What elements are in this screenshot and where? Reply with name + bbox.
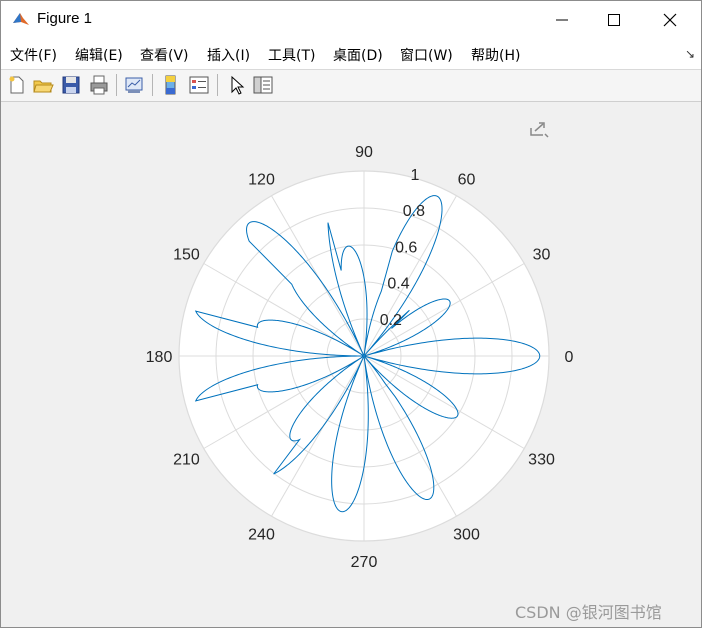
theta-tick-label: 150	[173, 247, 200, 264]
series-line	[194, 195, 541, 513]
theta-grid-line	[363, 355, 457, 517]
maximize-button[interactable]	[591, 1, 637, 39]
menu-help[interactable]: 帮助(H)	[471, 45, 520, 65]
theta-tick-label: 210	[173, 452, 200, 469]
arrow-icon[interactable]: ↘	[685, 47, 695, 61]
menu-insert[interactable]: 插入(I)	[207, 45, 250, 65]
theta-grid-line	[363, 355, 525, 449]
r-tick-label: 0.6	[395, 239, 417, 256]
theta-tick-label: 240	[248, 527, 275, 544]
theta-tick-label: 180	[146, 349, 173, 366]
theta-tick-label: 0	[565, 349, 574, 366]
colorbar-icon[interactable]	[160, 74, 182, 96]
r-grid-circle	[326, 318, 402, 394]
r-grid-circle	[252, 244, 476, 468]
figure-window: Figure 1 文件(F) 编辑(E) 查看(V) 插入(I) 工具(T) 桌…	[0, 0, 702, 628]
open-file-icon[interactable]	[32, 74, 54, 96]
r-grid-circle	[178, 170, 550, 542]
link-plot-icon[interactable]	[123, 74, 145, 96]
close-icon	[663, 13, 677, 27]
theta-grid-line	[363, 195, 457, 357]
menu-tools[interactable]: 工具(T)	[268, 45, 315, 65]
theta-grid-line	[363, 263, 525, 357]
theta-grid-line	[203, 263, 365, 357]
minimize-button[interactable]	[539, 1, 585, 39]
property-inspector-icon[interactable]	[252, 74, 274, 96]
print-icon[interactable]	[88, 74, 110, 96]
theta-grid-line	[271, 195, 365, 357]
r-grid-circle	[289, 281, 439, 431]
polar-grid	[178, 170, 550, 542]
legend-icon[interactable]	[188, 74, 210, 96]
toolbar-separator	[116, 74, 117, 96]
r-tick-label: 0.8	[403, 203, 425, 220]
toolbar-separator	[152, 74, 153, 96]
menu-file[interactable]: 文件(F)	[10, 45, 57, 65]
menu-edit[interactable]: 编辑(E)	[75, 45, 123, 65]
matlab-icon	[13, 13, 29, 25]
theta-tick-label: 60	[458, 171, 476, 188]
r-grid-circle	[215, 207, 513, 505]
maximize-icon	[608, 14, 620, 26]
menu-window[interactable]: 窗口(W)	[400, 45, 453, 65]
r-tick-label: 1	[410, 167, 419, 184]
polar-series	[194, 195, 541, 513]
theta-grid-line	[203, 355, 365, 449]
polar-plot: 0 30 60 90 120 150 180 210 240 270 300 330 0.2 0.4 0.6…	[146, 144, 574, 571]
minimize-icon	[556, 19, 568, 21]
theta-tick-label: 30	[533, 247, 551, 264]
export-icon[interactable]	[528, 120, 550, 138]
theta-tick-label: 90	[355, 144, 373, 161]
polar-labels: 0 30 60 90 120 150 180 210 240 270 300 330 0.2 0.4 0.6…	[146, 144, 574, 571]
theta-tick-label: 330	[528, 452, 555, 469]
figure-canvas: 0 30 60 90 120 150 180 210 240 270 300 330 0.2 0.4 0.6…	[1, 102, 701, 627]
new-figure-icon[interactable]	[6, 74, 28, 96]
title-bar: Figure 1	[1, 1, 701, 39]
r-tick-label: 0.4	[387, 276, 409, 293]
theta-tick-label: 270	[351, 554, 378, 571]
pointer-icon[interactable]	[226, 74, 248, 96]
close-button[interactable]	[647, 1, 693, 39]
toolbar-separator	[217, 74, 218, 96]
menu-bar: 文件(F) 编辑(E) 查看(V) 插入(I) 工具(T) 桌面(D) 窗口(W…	[1, 39, 701, 70]
polar-background	[179, 171, 549, 541]
theta-tick-label: 300	[453, 527, 480, 544]
menu-view[interactable]: 查看(V)	[140, 45, 189, 65]
r-tick-label: 0.2	[380, 312, 402, 329]
save-icon[interactable]	[60, 74, 82, 96]
watermark: CSDN @银河图书馆	[515, 603, 662, 622]
theta-grid-line	[271, 355, 365, 517]
menu-desktop[interactable]: 桌面(D)	[333, 45, 383, 65]
toolbar	[1, 70, 701, 102]
window-title: Figure 1	[37, 10, 93, 27]
theta-tick-label: 120	[248, 171, 275, 188]
